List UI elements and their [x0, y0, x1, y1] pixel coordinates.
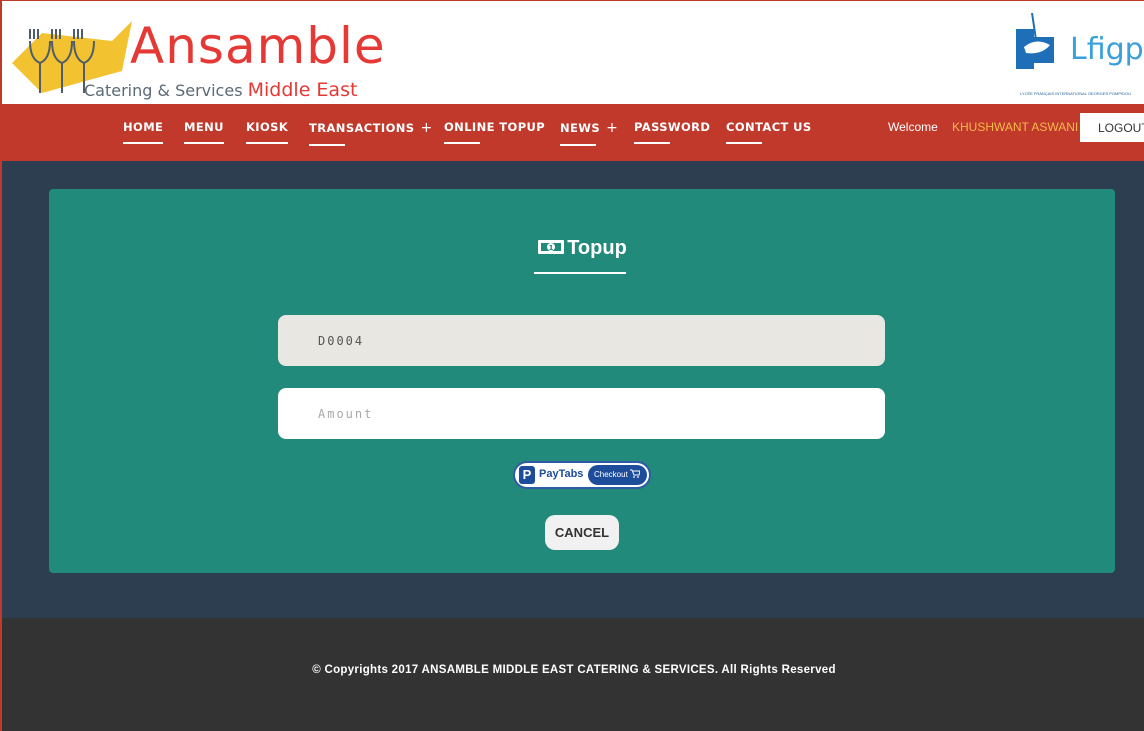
welcome-text: Welcome — [888, 120, 938, 134]
nav-underline — [184, 142, 224, 144]
cancel-button[interactable]: CANCEL — [545, 515, 619, 550]
nav-password-label: PASSWORD — [634, 120, 711, 134]
lfigp-logo[interactable]: Lfigp LYCÉE FRANÇAIS INTERNATIONAL GEORG… — [1008, 13, 1144, 101]
nav-home-label: HOME — [123, 120, 164, 134]
lfigp-subtext: LYCÉE FRANÇAIS INTERNATIONAL GEORGES POM… — [1020, 91, 1132, 96]
logout-button[interactable]: LOGOUT — [1080, 113, 1144, 142]
nav-underline — [444, 142, 480, 144]
paytabs-checkout-label: Checkout — [588, 465, 647, 485]
nav-kiosk-label: KIOSK — [246, 120, 289, 134]
site-header: Ansamble Catering & Services Middle East… — [2, 0, 1144, 104]
money-bill-icon: 1 — [538, 240, 565, 254]
nav-menu-label: MENU — [184, 120, 224, 134]
nav-underline — [634, 142, 670, 144]
nav-menu[interactable]: MENU — [184, 120, 224, 144]
nav-password[interactable]: PASSWORD — [634, 120, 710, 144]
brand-tagline-prefix: Catering & Services — [84, 81, 243, 100]
ansamble-logo[interactable]: Ansamble Catering & Services Middle East — [12, 11, 412, 103]
topup-card: 1 Topup P PayTabs Checkout CANCEL — [49, 189, 1115, 573]
brand-tagline-accent: Middle East — [247, 79, 358, 101]
expand-plus-icon: + — [420, 120, 433, 136]
topup-title: 1 Topup — [49, 237, 1115, 260]
student-code-field[interactable] — [278, 315, 885, 366]
main-navbar: HOME MENU KIOSK TRANSACTIONS + ONLINE TOP… — [2, 104, 1144, 161]
title-underline — [534, 272, 626, 274]
nav-contact-us[interactable]: CONTACT US — [726, 120, 812, 144]
site-footer: © Copyrights 2017 ANSAMBLE MIDDLE EAST C… — [2, 618, 1144, 731]
nav-news-label: NEWS — [560, 121, 601, 135]
nav-news[interactable]: NEWS + — [560, 120, 618, 146]
paytabs-checkout-button[interactable]: P PayTabs Checkout — [513, 461, 651, 489]
nav-underline — [309, 144, 345, 146]
nav-online-topup-label: ONLINE TOPUP — [444, 120, 546, 134]
brand-name: Ansamble — [130, 17, 386, 75]
amount-field[interactable] — [278, 388, 885, 439]
nav-underline — [123, 142, 164, 144]
copyright-text: © Copyrights 2017 ANSAMBLE MIDDLE EAST C… — [312, 664, 836, 676]
nav-underline — [246, 142, 289, 144]
lfigp-emblem-icon — [1016, 13, 1054, 69]
nav-underline — [726, 142, 762, 144]
paytabs-brand: PayTabs — [539, 468, 584, 480]
svg-text:1: 1 — [549, 244, 554, 252]
nav-transactions[interactable]: TRANSACTIONS + — [309, 120, 433, 146]
nav-online-topup[interactable]: ONLINE TOPUP — [444, 120, 545, 144]
paytabs-logo-icon: P — [519, 466, 535, 484]
nav-home[interactable]: HOME — [123, 120, 164, 144]
username-link[interactable]: KHUSHWANT ASWANI — [952, 120, 1078, 134]
nav-kiosk[interactable]: KIOSK — [246, 120, 289, 144]
nav-transactions-label: TRANSACTIONS — [309, 121, 415, 135]
expand-plus-icon: + — [606, 120, 619, 136]
cart-icon — [630, 469, 641, 478]
topup-title-text: Topup — [567, 237, 627, 259]
nav-underline — [560, 144, 596, 146]
lfigp-text: Lfigp — [1070, 32, 1144, 67]
nav-contact-label: CONTACT US — [726, 120, 812, 134]
page-frame: Ansamble Catering & Services Middle East… — [0, 0, 1144, 731]
checkout-text: Checkout — [594, 470, 628, 479]
brand-tagline: Catering & Services Middle East — [84, 81, 357, 100]
